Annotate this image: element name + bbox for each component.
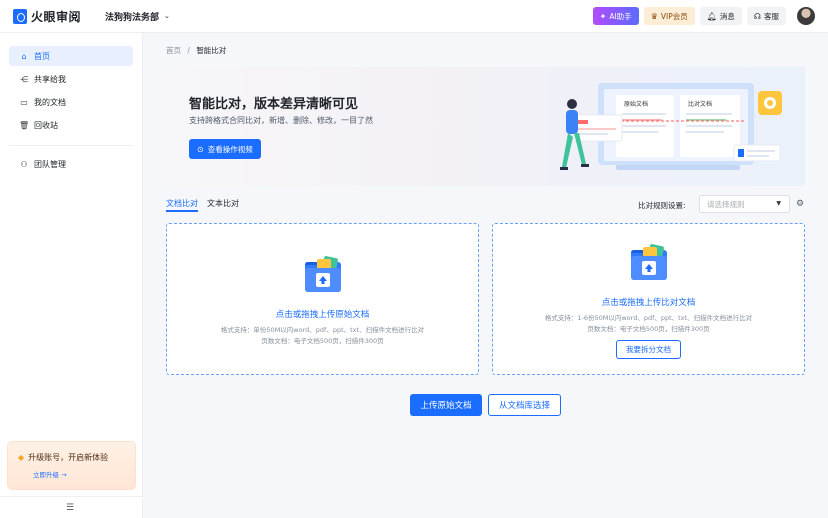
caret-down-icon: ▼ [776, 200, 781, 207]
upload-compare-title: 点击或拖拽上传比对文档 [601, 298, 696, 308]
tab-document-compare[interactable]: 文档比对 [166, 198, 198, 209]
home-icon: ⌂ [21, 51, 27, 61]
customer-service-label: 客服 [764, 11, 779, 21]
ai-assistant-label: AI助手 [609, 11, 632, 21]
upload-original-title: 点击或拖拽上传原始文档 [275, 310, 370, 320]
upload-folder-icon [305, 256, 341, 292]
workspace-name: 法狗狗法务部 [105, 12, 160, 23]
bell-icon: 🔔︎ [706, 11, 717, 21]
breadcrumb: 首页 / 智能比对 [166, 45, 226, 56]
top-header: 火眼审阅 法狗狗法务部 ⌄ ✦ AI助手 ♛ VIP会员 🔔︎ 消息 ☊ 客服 [0, 0, 828, 33]
upload-compare-format-hint: 格式支持：1-6份50M以内word、pdf、ppt、txt、扫描件文档进行比对 [544, 314, 753, 322]
sidebar-item-label: 团队管理 [34, 159, 66, 169]
customer-service-button[interactable]: ☊ 客服 [746, 7, 786, 25]
collapse-sidebar-icon[interactable]: ☰ [66, 503, 74, 513]
vip-button[interactable]: ♛ VIP会员 [643, 7, 695, 25]
split-document-button[interactable]: 我要拆分文档 [616, 340, 681, 359]
hero-banner: 智能比对，版本差异清晰可见 支持跨格式合同比对，新增、删除、修改，一目了然 ⊙ … [166, 67, 805, 186]
upload-compare-page-hint: 页数文档：电子文档500页，扫描件300页 [587, 325, 710, 333]
sidebar-item-label: 我的文档 [34, 97, 66, 107]
sidebar-footer-divider [0, 496, 143, 497]
upload-original-page-hint: 页数文档：电子文档500页，扫描件300页 [261, 337, 384, 345]
diamond-icon: ◆ [18, 453, 25, 462]
active-tab-indicator [166, 210, 198, 212]
upload-compare-dropzone[interactable]: 点击或拖拽上传比对文档 格式支持：1-6份50M以内word、pdf、ppt、t… [492, 223, 805, 375]
gear-icon[interactable]: ⚙ [796, 199, 804, 209]
tab-text-compare[interactable]: 文本比对 [207, 198, 239, 209]
watch-tutorial-button[interactable]: ⊙ 查看操作视频 [189, 139, 261, 159]
upgrade-title-text: 升级账号，开启新体验 [28, 453, 109, 462]
workspace-switcher[interactable]: 法狗狗法务部 ⌄ [105, 10, 170, 23]
logo-icon [13, 8, 27, 24]
logo-text: 火眼审阅 [31, 9, 82, 24]
upload-original-button[interactable]: 上传原始文档 [410, 394, 482, 416]
folder-icon: ▭ [20, 97, 28, 107]
header-actions: ✦ AI助手 ♛ VIP会员 🔔︎ 消息 ☊ 客服 [588, 7, 815, 25]
upgrade-now-link[interactable]: 立即升级 → [33, 469, 125, 479]
ai-assistant-button[interactable]: ✦ AI助手 [592, 7, 639, 25]
choose-from-library-button[interactable]: 从文档库选择 [488, 394, 561, 416]
breadcrumb-current: 智能比对 [196, 46, 227, 55]
sidebar: ⌂ 首页 ⋲ 共享给我 ▭ 我的文档 🗑︎ 回收站 ⚇ 团队管理 ◆ 升级账号，… [0, 33, 143, 518]
upload-original-dropzone[interactable]: 点击或拖拽上传原始文档 格式支持：单份50M以内word、pdf、ppt、txt… [166, 223, 479, 375]
compare-rules-select[interactable]: 请选择规则 ▼ [699, 195, 790, 213]
banner-title: 智能比对，版本差异清晰可见 [189, 97, 359, 112]
watch-tutorial-label: 查看操作视频 [207, 144, 253, 154]
upgrade-card[interactable]: ◆ 升级账号，开启新体验 立即升级 → [7, 441, 136, 490]
messages-label: 消息 [719, 11, 735, 21]
upgrade-title: ◆ 升级账号，开启新体验 [18, 452, 125, 463]
sidebar-item-my-docs[interactable]: ▭ 我的文档 [9, 92, 133, 112]
upload-original-format-hint: 格式支持：单份50M以内word、pdf、ppt、txt、扫描件文档进行比对 [220, 326, 425, 334]
compare-rules-label: 比对规则设置: [638, 201, 686, 210]
headset-icon: ☊ [753, 11, 761, 21]
magic-wand-icon: ✦ [599, 11, 607, 21]
breadcrumb-home[interactable]: 首页 [166, 46, 181, 55]
upload-folder-icon [631, 244, 667, 280]
team-icon: ⚇ [20, 159, 28, 169]
sidebar-item-team[interactable]: ⚇ 团队管理 [9, 154, 133, 174]
chevron-down-icon: ⌄ [164, 12, 170, 20]
messages-button[interactable]: 🔔︎ 消息 [699, 7, 742, 25]
illus-right-doc-label: 比对文档 [688, 100, 712, 108]
compare-rules-placeholder: 请选择规则 [707, 199, 745, 209]
breadcrumb-separator: / [187, 46, 190, 55]
sidebar-item-home[interactable]: ⌂ 首页 [9, 46, 133, 66]
sidebar-item-recycle-bin[interactable]: 🗑︎ 回收站 [9, 115, 133, 135]
sidebar-divider [9, 145, 133, 146]
sidebar-item-shared[interactable]: ⋲ 共享给我 [9, 69, 133, 89]
play-circle-icon: ⊙ [197, 144, 204, 154]
app-logo[interactable]: 火眼审阅 [13, 8, 81, 25]
share-icon: ⋲ [20, 74, 28, 84]
sidebar-item-label: 回收站 [34, 120, 58, 130]
illus-left-doc-label: 原始文档 [624, 100, 648, 108]
banner-subtitle: 支持跨格式合同比对，新增、删除、修改，一目了然 [189, 116, 373, 125]
sidebar-item-label: 共享给我 [34, 74, 66, 84]
sidebar-item-label: 首页 [34, 51, 50, 61]
trash-icon: 🗑︎ [19, 120, 30, 130]
user-avatar[interactable] [797, 7, 815, 25]
compare-illustration: 原始文档 比对文档 [560, 83, 782, 170]
crown-icon: ♛ [650, 11, 658, 21]
vip-label: VIP会员 [660, 11, 688, 21]
